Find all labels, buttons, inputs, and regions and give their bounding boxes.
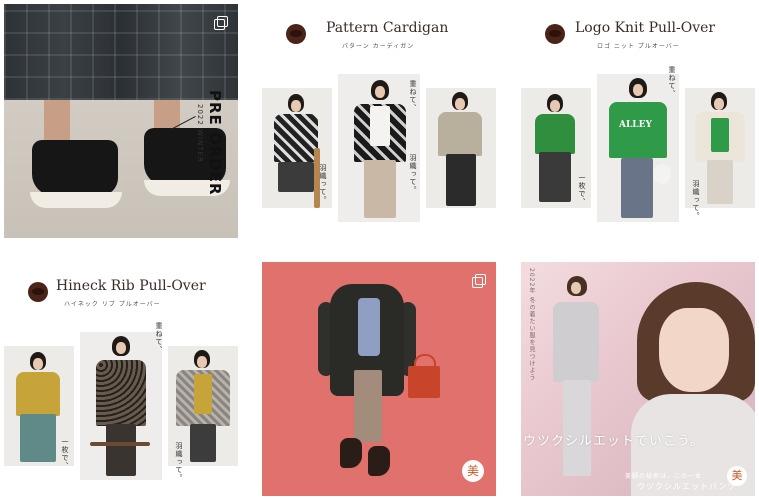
caption-text: 羽織って。 [175,442,183,482]
ad-vertical-text: 2022年 冬の着たい服を見つけよう [528,268,535,382]
multi-image-icon [214,16,228,30]
model-photo [80,332,162,480]
model-photo [551,276,601,486]
model-closeup-photo [631,282,755,496]
pre-order-label: PRE ORDER [206,90,224,196]
caption-text: 羽織って。 [692,180,700,220]
trousers-image [354,370,382,442]
season-label: 2022 WINTER [196,104,204,163]
multi-image-icon [472,274,486,288]
shoe-image [340,438,362,468]
post-subtitle: ロゴ ニット プルオーバー [597,43,680,50]
bag-image [408,354,440,398]
caption-text: 羽織って。 [319,164,327,204]
brand-logo-icon [545,24,565,44]
boot-image [32,140,118,196]
shoe-image [368,446,390,476]
leg-image [44,100,70,144]
post-tile-hineck-rib[interactable]: Hineck Rib Pull-Over ハイネック リブ プルオーバー 重ねて… [4,262,238,496]
boot-sole [30,192,122,208]
plaid-skirt-image [4,4,238,100]
post-subtitle: パターン カーディガン [342,43,415,50]
post-tile-boots[interactable]: 2022 WINTER PRE ORDER [4,4,238,238]
caption-text: 一枚で、 [61,438,69,470]
post-tile-logo-knit[interactable]: Logo Knit Pull-Over ロゴ ニット プルオーバー ALLEY … [521,4,755,238]
post-tile-pattern-cardigan[interactable]: Pattern Cardigan パターン カーディガン 重ねて、 羽織って。 … [262,4,496,238]
caption-text: 重ねて、 [409,80,417,112]
model-photo [426,88,496,208]
post-title: Pattern Cardigan [326,20,449,36]
post-tile-ad[interactable]: 2022年 冬の着たい服を見つけよう ウツクシルエットでいこう。 美脚の秘密は、… [521,262,755,496]
ad-headline: ウツクシルエットでいこう。 [523,434,705,449]
post-subtitle: ハイネック リブ プルオーバー [64,301,161,308]
caption-text: 重ねて、 [155,322,163,354]
ad-subline: 美脚の秘密は、この一本 [625,473,703,480]
caption-text: 一枚で、 [578,174,586,206]
post-title: Logo Knit Pull-Over [575,20,716,36]
sweater-logo: ALLEY [619,120,652,130]
ad-product-name: ウツクシルエットパンツ [637,482,737,491]
brand-stamp: 美 [727,466,747,486]
post-tile-flatlay[interactable]: 美 [262,262,496,496]
post-title: Hineck Rib Pull-Over [56,278,206,294]
knit-image [358,298,380,356]
brand-logo-icon [286,24,306,44]
brand-stamp: 美 [462,460,484,482]
caption-text: 羽織って。 [409,154,417,194]
caption-text: 重ねて、 [668,66,676,98]
brand-logo-icon [28,282,48,302]
